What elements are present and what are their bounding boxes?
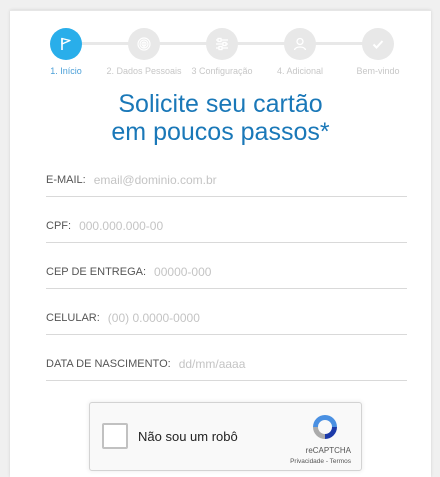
fingerprint-icon	[128, 28, 160, 60]
page-title: Solicite seu cartão em poucos passos*	[10, 90, 431, 146]
email-field: E-MAIL:	[46, 164, 407, 197]
signup-card: 1. Início 2. Dados Pessoais 3 Configuraç…	[10, 10, 431, 477]
birthdate-input[interactable]	[178, 354, 407, 374]
recaptcha-links[interactable]: Privacidade - Termos	[290, 458, 351, 465]
recaptcha-label: Não sou um robô	[138, 429, 238, 444]
step-label: 1. Início	[50, 66, 82, 76]
email-input[interactable]	[93, 170, 407, 190]
recaptcha-brand: reCAPTCHA	[305, 446, 351, 455]
check-icon	[362, 28, 394, 60]
cpf-input[interactable]	[79, 216, 407, 236]
birthdate-label: DATA DE NASCIMENTO:	[46, 358, 171, 370]
step-dados-pessoais[interactable]: 2. Dados Pessoais	[104, 18, 184, 76]
celular-field: CELULAR:	[46, 302, 407, 335]
progress-stepper: 1. Início 2. Dados Pessoais 3 Configuraç…	[10, 18, 431, 80]
flag-icon	[50, 28, 82, 60]
celular-label: CELULAR:	[46, 312, 100, 324]
title-line-2: em poucos passos*	[111, 118, 330, 146]
step-label: Bem-vindo	[356, 66, 400, 76]
step-label: 3 Configuração	[191, 66, 253, 76]
celular-input[interactable]	[107, 308, 407, 328]
birthdate-field: DATA DE NASCIMENTO:	[46, 348, 407, 381]
sliders-icon	[206, 28, 238, 60]
cpf-field: CPF:	[46, 210, 407, 243]
title-line-1: Solicite seu cartão	[118, 90, 323, 118]
recaptcha-logo-icon	[310, 412, 340, 442]
user-icon	[284, 28, 316, 60]
step-configuracao[interactable]: 3 Configuração	[182, 18, 262, 76]
step-label: 2. Dados Pessoais	[106, 66, 182, 76]
step-bem-vindo[interactable]: Bem-vindo	[338, 18, 418, 76]
top-divider	[10, 10, 431, 11]
cpf-label: CPF:	[46, 220, 72, 232]
step-adicional[interactable]: 4. Adicional	[260, 18, 340, 76]
recaptcha-checkbox[interactable]	[102, 423, 128, 449]
step-label: 4. Adicional	[276, 66, 324, 76]
email-label: E-MAIL:	[46, 174, 86, 186]
cep-label: CEP DE ENTREGA:	[46, 266, 147, 278]
recaptcha-widget: Não sou um robô reCAPTCHA Privacidade - …	[89, 402, 362, 471]
cep-input[interactable]	[154, 262, 407, 282]
cep-field: CEP DE ENTREGA:	[46, 256, 407, 289]
step-inicio[interactable]: 1. Início	[26, 18, 106, 76]
